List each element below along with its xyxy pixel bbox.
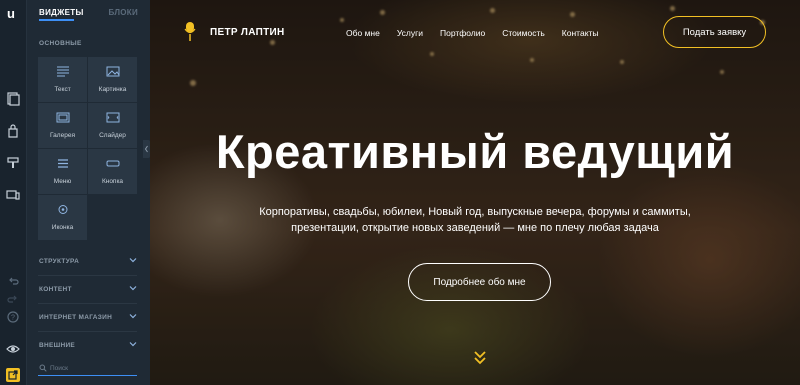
widget-button[interactable]: Кнопка	[88, 149, 137, 194]
design-brush-icon[interactable]	[6, 156, 20, 170]
site-menu: Обо мне Услуги Портфолио Стоимость Конта…	[346, 28, 616, 38]
hero-subtitle: Корпоративы, свадьбы, юбилеи, Новый год,…	[259, 206, 691, 234]
section-label: ИНТЕРНЕТ МАГАЗИН	[39, 314, 113, 321]
menu-icon	[57, 159, 68, 168]
preview-eye-icon[interactable]	[6, 342, 20, 356]
widget-label: Меню	[53, 178, 72, 185]
menu-item-pricing[interactable]: Стоимость	[502, 28, 545, 38]
hero-headline: Креативный ведущий	[215, 125, 735, 178]
widget-image[interactable]: Картинка	[88, 57, 137, 102]
chevron-down-icon	[129, 258, 137, 263]
publish-icon[interactable]	[6, 368, 20, 382]
chevron-down-icon	[129, 314, 137, 319]
chevron-left-icon	[144, 145, 148, 153]
site-hero: ПЕТР ЛАПТИН Обо мне Услуги Портфолио Сто…	[150, 0, 800, 385]
more-about-me-button[interactable]: Подробнее обо мне	[408, 263, 551, 301]
widget-search-input[interactable]	[50, 362, 130, 375]
undo-icon[interactable]	[6, 274, 20, 288]
menu-item-contacts[interactable]: Контакты	[562, 28, 599, 38]
app-logo[interactable]: u	[7, 6, 15, 21]
section-external[interactable]: ВНЕШНИЕ	[38, 332, 137, 360]
widget-label: Иконка	[51, 224, 74, 231]
widget-search	[38, 362, 137, 376]
button-icon	[106, 160, 119, 167]
store-icon[interactable]	[6, 124, 20, 138]
widget-label: Кнопка	[101, 178, 124, 185]
panel-tabs: ВИДЖЕТЫ БЛОКИ	[39, 8, 140, 22]
help-icon[interactable]: ?	[6, 310, 20, 324]
pages-icon[interactable]	[6, 92, 20, 106]
scroll-down-icon[interactable]	[473, 350, 487, 366]
submit-request-button[interactable]: Подать заявку	[663, 16, 766, 48]
section-content[interactable]: КОНТЕНТ	[38, 276, 137, 304]
text-icon	[56, 66, 69, 77]
section-basic-title: ОСНОВНЫЕ	[39, 40, 82, 47]
devices-icon[interactable]	[6, 188, 20, 202]
widget-slider[interactable]: Слайдер	[88, 103, 137, 148]
widget-gallery[interactable]: Галерея	[38, 103, 87, 148]
widget-icon[interactable]: Иконка	[38, 195, 87, 240]
widget-text[interactable]: Текст	[38, 57, 87, 102]
widget-menu[interactable]: Меню	[38, 149, 87, 194]
image-icon	[106, 66, 119, 77]
gallery-icon	[56, 112, 69, 123]
search-icon	[39, 364, 47, 372]
slider-icon	[106, 112, 119, 123]
widget-label: Галерея	[50, 132, 75, 139]
menu-item-portfolio[interactable]: Портфолио	[440, 28, 485, 38]
redo-icon[interactable]	[6, 292, 20, 306]
section-structure[interactable]: СТРУКТУРА	[38, 248, 137, 276]
microphone-logo-icon	[184, 22, 196, 41]
tab-widgets[interactable]: ВИДЖЕТЫ	[39, 8, 84, 21]
section-label: КОНТЕНТ	[39, 286, 72, 293]
section-label: СТРУКТУРА	[39, 258, 80, 265]
section-online-store[interactable]: ИНТЕРНЕТ МАГАЗИН	[38, 304, 137, 332]
tab-blocks[interactable]: БЛОКИ	[108, 8, 138, 17]
section-label: ВНЕШНИЕ	[39, 342, 76, 349]
menu-item-services[interactable]: Услуги	[397, 28, 423, 38]
chevron-down-icon	[129, 286, 137, 291]
widgets-panel: ВИДЖЕТЫ БЛОКИ ОСНОВНЫЕ Текст Картинка Га…	[27, 0, 150, 385]
panel-collapse-handle[interactable]	[143, 140, 150, 158]
site-brand[interactable]: ПЕТР ЛАПТИН	[184, 22, 285, 42]
editor-rail: u ?	[0, 0, 27, 385]
site-header: ПЕТР ЛАПТИН Обо мне Услуги Портфолио Сто…	[150, 0, 800, 65]
widget-label: Текст	[54, 86, 71, 93]
svg-text:?: ?	[11, 315, 15, 322]
menu-item-about[interactable]: Обо мне	[346, 28, 380, 38]
widget-label: Картинка	[98, 86, 127, 93]
brand-name: ПЕТР ЛАПТИН	[210, 26, 285, 38]
icon-widget-icon	[58, 205, 67, 214]
chevron-down-icon	[129, 342, 137, 347]
widget-label: Слайдер	[99, 132, 126, 139]
